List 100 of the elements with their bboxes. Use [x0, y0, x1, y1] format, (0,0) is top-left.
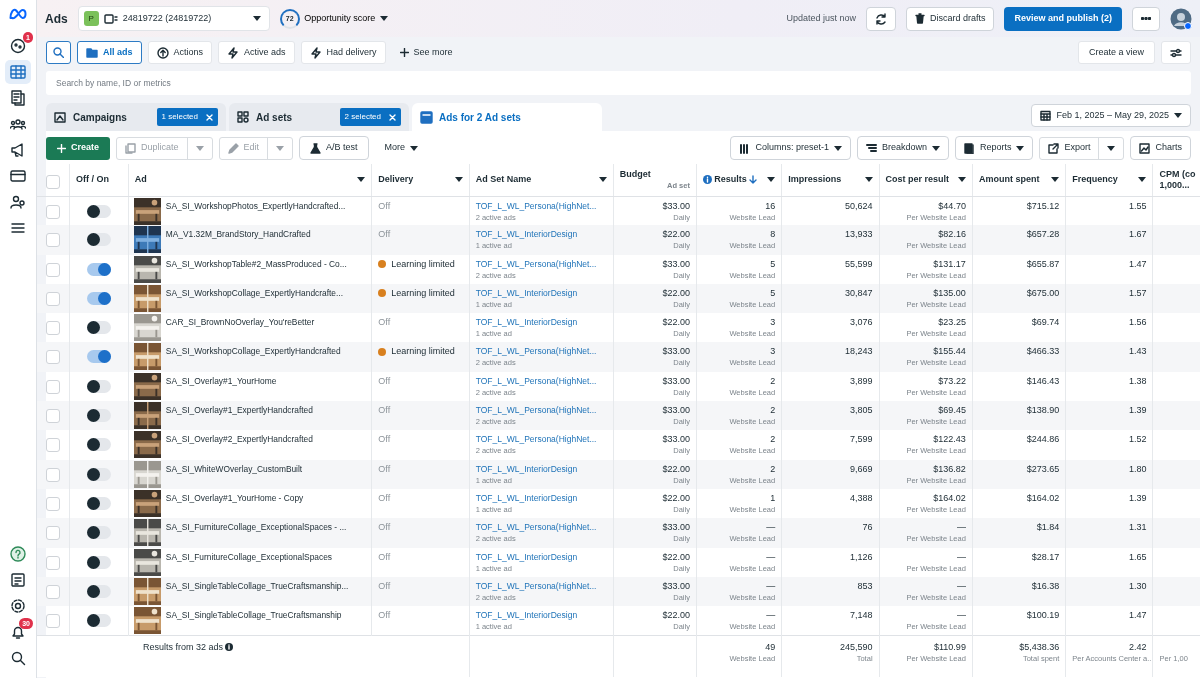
ad-set-link[interactable]: TOF_L_WL_InteriorDesign	[475, 610, 607, 622]
breakdown-dropdown[interactable]: Breakdown	[856, 136, 949, 160]
reports-dropdown[interactable]: Reports	[954, 136, 1034, 160]
column-header[interactable]: Cost per result	[885, 173, 950, 187]
row-checkbox[interactable]	[45, 409, 60, 424]
toggle-switch[interactable]	[86, 350, 111, 364]
charts-button[interactable]: Charts	[1130, 136, 1191, 160]
lightning-icon	[309, 46, 322, 59]
ad-set-link[interactable]: TOF_L_WL_Persona(HighNet...	[475, 522, 607, 534]
toggle-switch[interactable]	[86, 438, 111, 452]
budget-value: $33.00	[661, 346, 690, 358]
column-header[interactable]: Ad	[134, 173, 147, 187]
frequency-value: 1.47	[1127, 610, 1147, 622]
toggle-switch[interactable]	[86, 291, 111, 305]
table-icon	[10, 64, 26, 80]
search-field[interactable]: Search by name, ID or metrics	[46, 71, 1191, 95]
row-checkbox[interactable]	[45, 321, 60, 336]
select-all-checkbox[interactable]	[45, 174, 60, 189]
column-header[interactable]: Delivery	[378, 173, 414, 187]
table-nav-item[interactable]	[5, 60, 31, 84]
ad-set-link[interactable]: TOF_L_WL_InteriorDesign	[475, 229, 607, 241]
row-checkbox[interactable]	[45, 204, 60, 219]
column-header[interactable]: Impressions	[788, 173, 842, 187]
caret-icon	[276, 145, 285, 151]
toggle-switch[interactable]	[86, 467, 111, 481]
columns-dropdown[interactable]: Columns: preset-1	[730, 136, 851, 160]
ad-set-link[interactable]: TOF_L_WL_Persona(HighNet...	[475, 375, 607, 387]
ad-set-link[interactable]: TOF_L_WL_Persona(HighNet...	[475, 580, 607, 592]
toggle-switch[interactable]	[86, 321, 111, 335]
toggle-switch[interactable]	[86, 409, 111, 423]
people-icon	[10, 116, 26, 132]
toggle-switch[interactable]	[86, 262, 111, 276]
see-more-button[interactable]: See more	[391, 41, 461, 64]
filter-chip[interactable]: Had delivery	[300, 41, 386, 64]
column-header[interactable]: Budget	[619, 168, 690, 180]
account-selector[interactable]: P 24819722 (24819722)	[77, 6, 270, 31]
ad-set-link[interactable]: TOF_L_WL_InteriorDesign	[475, 551, 607, 563]
refresh-button[interactable]	[865, 6, 896, 31]
row-checkbox[interactable]	[45, 496, 60, 511]
review-and-publish-button[interactable]: Review and publish (2)	[1004, 6, 1122, 31]
level-tab[interactable]: Campaigns 1 selected	[46, 103, 226, 131]
image-icon	[54, 110, 67, 124]
ad-set-link[interactable]: TOF_L_WL_Persona(HighNet...	[475, 200, 607, 212]
toggle-switch[interactable]	[86, 584, 111, 598]
row-checkbox[interactable]	[45, 350, 60, 365]
row-checkbox[interactable]	[45, 614, 60, 629]
toggle-switch[interactable]	[86, 526, 111, 540]
row-checkbox[interactable]	[45, 526, 60, 541]
discard-drafts-button[interactable]: Discard drafts	[905, 6, 995, 31]
row-checkbox[interactable]	[45, 467, 60, 482]
row-checkbox[interactable]	[45, 438, 60, 453]
filter-chip[interactable]: All ads	[77, 41, 142, 64]
column-header[interactable]: Frequency	[1072, 173, 1118, 187]
budget-value: $22.00	[661, 317, 690, 329]
impressions-value: 13,933	[844, 229, 873, 241]
ad-set-link[interactable]: TOF_L_WL_InteriorDesign	[475, 287, 607, 299]
results-value: 3	[769, 346, 776, 358]
ad-set-link[interactable]: TOF_L_WL_InteriorDesign	[475, 317, 607, 329]
column-header[interactable]: CPM (co	[1159, 168, 1200, 180]
date-range-picker[interactable]: Feb 1, 2025 – May 29, 2025	[1031, 104, 1191, 127]
toggle-switch[interactable]	[86, 555, 111, 569]
delivery-status: Learning limited	[391, 287, 455, 299]
row-checkbox[interactable]	[45, 584, 60, 599]
frequency-value: 1.55	[1127, 200, 1147, 212]
frequency-value: 1.47	[1127, 258, 1147, 270]
ad-set-link[interactable]: TOF_L_WL_InteriorDesign	[475, 492, 607, 504]
column-header[interactable]: Off / On	[75, 173, 109, 187]
results-value: 3	[769, 317, 776, 329]
toggle-switch[interactable]	[86, 496, 111, 510]
more-options-button[interactable]	[1132, 6, 1160, 31]
ab-test-button[interactable]: A/B test	[299, 136, 369, 160]
selection-badge[interactable]: 2 selected	[339, 108, 401, 126]
level-tab[interactable]: Ads for 2 Ad sets	[412, 103, 602, 131]
toggle-switch[interactable]	[86, 204, 111, 218]
search-button[interactable]	[46, 41, 71, 64]
row-checkbox[interactable]	[45, 555, 60, 570]
level-tab[interactable]: Ad sets 2 selected	[229, 103, 409, 131]
filter-chip[interactable]: Actions	[147, 41, 213, 64]
column-header[interactable]: Results	[714, 173, 747, 187]
create-view-button[interactable]: Create a view	[1077, 41, 1155, 64]
ad-set-link[interactable]: TOF_L_WL_Persona(HighNet...	[475, 346, 607, 358]
row-checkbox[interactable]	[45, 379, 60, 394]
row-checkbox[interactable]	[45, 262, 60, 277]
ad-set-link[interactable]: TOF_L_WL_Persona(HighNet...	[475, 258, 607, 270]
create-button[interactable]: Create	[46, 136, 110, 160]
ad-set-link[interactable]: TOF_L_WL_Persona(HighNet...	[475, 434, 607, 446]
opportunity-score-dropdown[interactable]: Opportunity score	[304, 11, 388, 26]
column-header[interactable]: Ad Set Name	[475, 173, 532, 187]
column-header[interactable]: Amount spent	[978, 173, 1040, 187]
toggle-switch[interactable]	[86, 614, 111, 628]
row-checkbox[interactable]	[45, 291, 60, 306]
toggle-switch[interactable]	[86, 379, 111, 393]
frequency-value: 1.65	[1127, 551, 1147, 563]
row-checkbox[interactable]	[45, 233, 60, 248]
customize-button[interactable]	[1161, 41, 1191, 64]
filter-chip[interactable]: Active ads	[218, 41, 295, 64]
ad-set-link[interactable]: TOF_L_WL_Persona(HighNet...	[475, 405, 607, 417]
ad-set-link[interactable]: TOF_L_WL_InteriorDesign	[475, 463, 607, 475]
toggle-switch[interactable]	[86, 233, 111, 247]
selection-badge[interactable]: 1 selected	[156, 108, 218, 126]
